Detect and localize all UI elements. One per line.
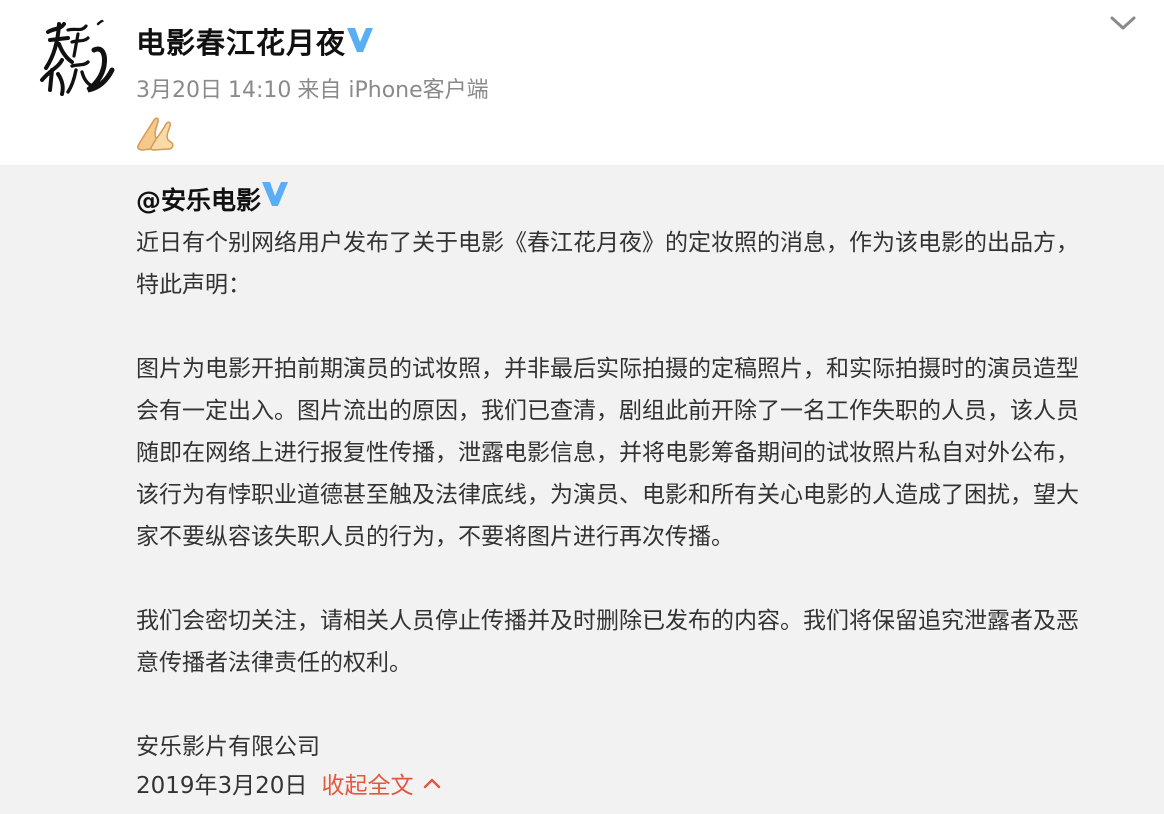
reposted-content[interactable]: @安乐电影 近日有个别网络用户发布了关于电影《春江花月夜》的定妆照的消息，作为该…: [0, 165, 1164, 814]
author-name[interactable]: 电影春江花月夜: [136, 20, 346, 62]
collapse-button[interactable]: 收起全文: [321, 766, 441, 800]
praying-hands-icon: [137, 117, 174, 151]
post-date: 3月20日: [136, 78, 222, 103]
statement-footer: 2019年3月20日 收起全文: [136, 766, 441, 800]
statement-line: 家不要纵容该失职人员的行为，不要将图片进行再次传播。: [136, 524, 734, 550]
statement-line: 我们会密切关注，请相关人员停止传播并及时删除已发布的内容。我们将保留追究泄露者及…: [136, 608, 1079, 634]
collapse-label: 收起全文: [321, 773, 414, 799]
statement-line: 该行为有悖职业道德甚至触及法律底线，为演员、电影和所有关心电影的人造成了困扰，望…: [136, 482, 1079, 508]
post-time: 14:10: [228, 78, 292, 103]
verified-v-icon: [347, 28, 373, 52]
statement-body: 近日有个别网络用户发布了关于电影《春江花月夜》的定妆照的消息，作为该电影的出品方…: [136, 222, 1136, 768]
avatar[interactable]: [28, 10, 120, 102]
chevron-down-icon[interactable]: [1108, 12, 1138, 34]
calligraphy-logo-icon: [40, 18, 115, 96]
verified-v-icon: [262, 182, 288, 206]
post-header: 电影春江花月夜 3月20日 14:10 来自 iPhone客户端: [0, 0, 1164, 165]
statement-line: 随即在网络上进行报复性传播，泄露电影信息，并将电影筹备期间的试妆照片私自对外公布…: [136, 440, 1079, 466]
signature-line: 安乐影片有限公司: [136, 734, 320, 760]
statement-line: 意传播者法律责任的权利。: [136, 650, 412, 676]
statement-line: 图片为电影开拍前期演员的试妆照，并非最后实际拍摄的定稿照片，和实际拍摄时的演员造…: [136, 356, 1079, 382]
statement-date: 2019年3月20日: [136, 773, 308, 799]
statement-line: 近日有个别网络用户发布了关于电影《春江花月夜》的定妆照的消息，作为该电影的出品方…: [136, 230, 1079, 256]
statement-line: 会有一定出入。图片流出的原因，我们已查清，剧组此前开除了一名工作失职的人员，该人…: [136, 398, 1079, 424]
statement-line: 特此声明：: [136, 272, 251, 298]
chevron-up-icon: [424, 778, 441, 789]
quoted-author[interactable]: @安乐电影: [136, 181, 261, 217]
post-source[interactable]: 来自 iPhone客户端: [297, 78, 488, 103]
post-meta: 3月20日 14:10 来自 iPhone客户端: [136, 72, 495, 104]
